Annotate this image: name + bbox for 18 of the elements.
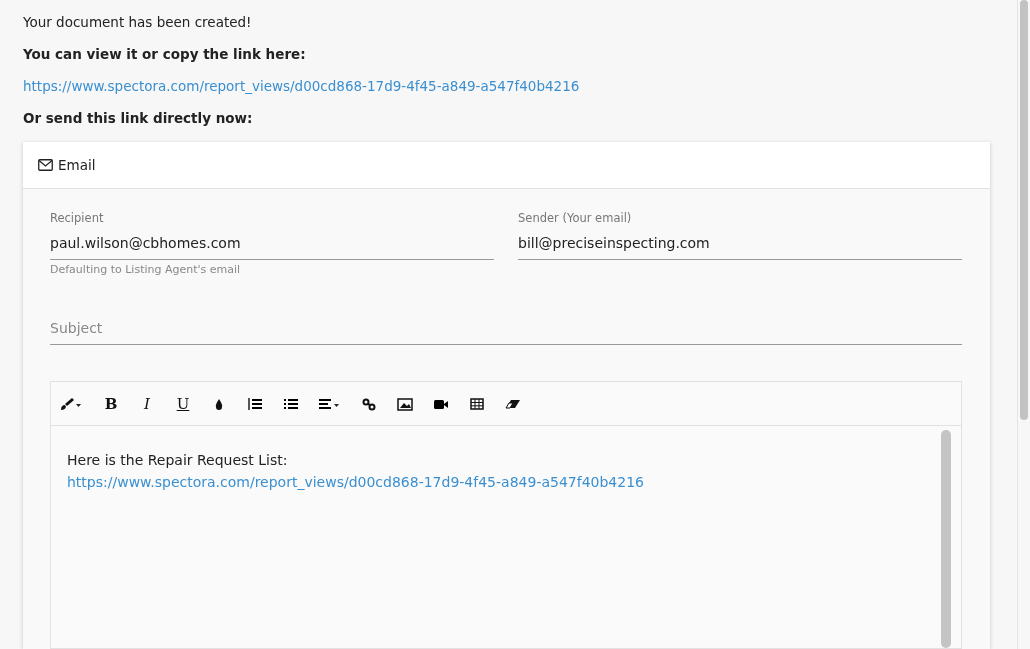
view-label: You can view it or copy the link here: [23, 46, 307, 62]
field-label: Recipient [50, 211, 105, 225]
panel-title: Email [58, 157, 96, 173]
format-button[interactable]: B [99, 391, 123, 416]
send-label: Or send this link directly now: [23, 110, 254, 126]
confirmation-message: Your document has been created! [23, 14, 253, 30]
field-hint: Defaulting to Listing Agent's email [50, 263, 242, 276]
text-editor[interactable]: B I U Here is the Repair Request List: https://www.spectora.com/report_views/d00cd868-17d9-4f45-a849-a547f40b4216 [50, 381, 962, 649]
envelope-icon [38, 159, 53, 171]
body-text: Here is the Repair Request List: [67, 452, 288, 468]
page-scrollbar[interactable] [1020, 0, 1028, 420]
field-label: Sender (Your email) [518, 211, 633, 225]
recipient-field[interactable]: paul.wilson@cbhomes.com [50, 231, 494, 260]
subject-field[interactable]: Subject [50, 316, 962, 345]
sender-field[interactable]: bill@preciseinspecting.com [518, 231, 962, 260]
format-button[interactable]: I [135, 391, 159, 416]
editor-scrollbar[interactable] [941, 430, 951, 648]
format-button[interactable]: U [171, 391, 195, 416]
